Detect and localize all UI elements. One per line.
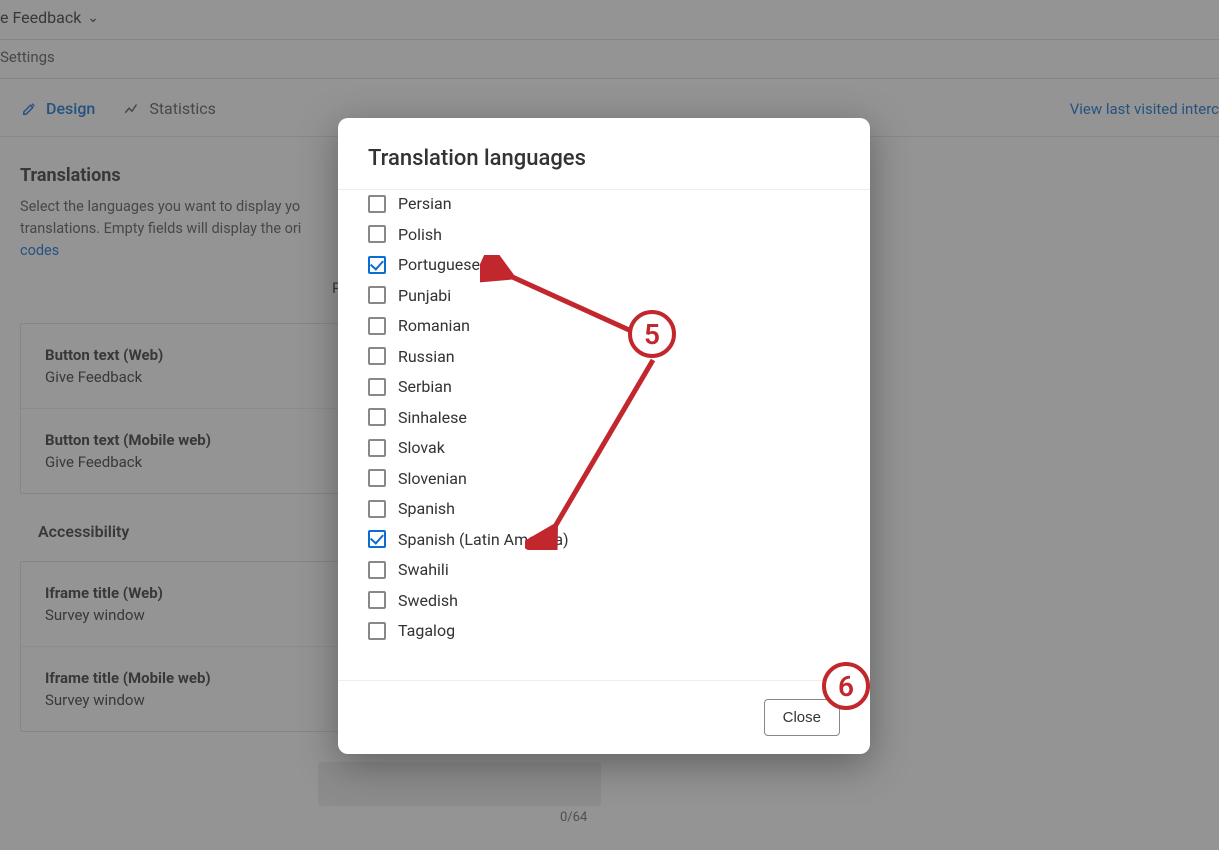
language-option[interactable]: Sinhalese [368,408,840,427]
checkbox-icon[interactable] [368,561,386,579]
modal-title: Translation languages [338,118,870,190]
annotation-step-6: 6 [822,662,870,710]
language-label: Spanish (Latin America) [398,530,569,549]
language-label: Sinhalese [398,408,467,427]
checkbox-icon[interactable] [368,469,386,487]
language-option[interactable]: Portuguese [368,255,840,274]
checkbox-icon[interactable] [368,347,386,365]
language-label: Polish [398,225,442,244]
checkbox-icon[interactable] [368,530,386,548]
annotation-5-label: 5 [644,318,660,351]
language-label: Serbian [398,377,452,396]
language-option[interactable]: Romanian [368,316,840,335]
language-option[interactable]: Serbian [368,377,840,396]
language-label: Swahili [398,560,449,579]
modal-footer: Close [338,680,870,754]
language-option[interactable]: Polish [368,225,840,244]
annotation-step-5: 5 [628,310,676,358]
checkbox-icon[interactable] [368,256,386,274]
language-label: Slovak [398,438,445,457]
checkbox-icon[interactable] [368,439,386,457]
translation-languages-modal: Translation languages Persian Polish Portu… [338,118,870,754]
checkbox-icon[interactable] [368,195,386,213]
language-label: Slovenian [398,469,467,488]
checkbox-icon[interactable] [368,500,386,518]
language-option[interactable]: Swedish [368,591,840,610]
close-button[interactable]: Close [764,699,840,736]
language-label: Romanian [398,316,470,335]
checkbox-icon[interactable] [368,286,386,304]
language-option[interactable]: Spanish (Latin America) [368,530,840,549]
language-option[interactable]: Swahili [368,560,840,579]
language-label: Russian [398,347,455,366]
language-option[interactable]: Slovenian [368,469,840,488]
language-label: Spanish [398,499,455,518]
annotation-6-label: 6 [838,670,854,703]
language-option[interactable]: Tagalog [368,621,840,640]
language-option[interactable]: Slovak [368,438,840,457]
checkbox-icon[interactable] [368,378,386,396]
language-option[interactable]: Spanish [368,499,840,518]
language-label: Portuguese [398,255,480,274]
checkbox-icon[interactable] [368,225,386,243]
language-label: Swedish [398,591,458,610]
language-list: Persian Polish Portuguese Punjabi Romanian Ru… [368,194,840,640]
checkbox-icon[interactable] [368,317,386,335]
language-option[interactable]: Russian [368,347,840,366]
checkbox-icon[interactable] [368,591,386,609]
language-label: Tagalog [398,621,455,640]
checkbox-icon[interactable] [368,622,386,640]
language-label: Persian [398,194,452,213]
modal-body[interactable]: Persian Polish Portuguese Punjabi Romanian Ru… [338,190,870,680]
language-option[interactable]: Persian [368,194,840,213]
language-label: Punjabi [398,286,451,305]
checkbox-icon[interactable] [368,408,386,426]
language-option[interactable]: Punjabi [368,286,840,305]
